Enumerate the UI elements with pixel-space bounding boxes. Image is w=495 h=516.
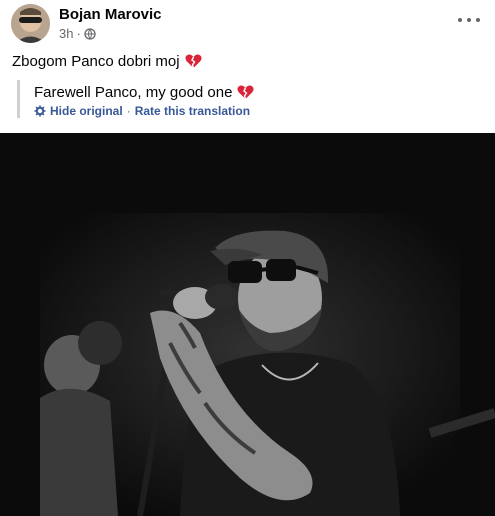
avatar[interactable] <box>11 4 50 43</box>
broken-heart-icon <box>185 54 202 69</box>
hide-original-link[interactable]: Hide original <box>50 104 123 118</box>
rate-translation-link[interactable]: Rate this translation <box>135 104 250 118</box>
post-photo[interactable] <box>0 133 495 516</box>
performer-photo <box>0 133 495 516</box>
post-time[interactable]: 3h <box>59 26 73 41</box>
post-meta: 3h · <box>59 26 96 41</box>
facebook-post: Bojan Marovic 3h · Zbogom Panco dobri mo… <box>0 0 495 516</box>
translated-text-content: Farewell Panco, my good one <box>34 84 233 101</box>
more-options-icon <box>458 18 462 22</box>
more-options-button[interactable] <box>458 12 480 28</box>
gear-icon[interactable] <box>34 105 46 117</box>
post-text-content: Zbogom Panco dobri moj <box>12 53 180 70</box>
translation-links: Hide original · Rate this translation <box>34 104 254 118</box>
globe-icon[interactable] <box>84 27 96 40</box>
translated-text: Farewell Panco, my good one <box>34 84 254 101</box>
avatar-image <box>11 4 50 43</box>
post-text: Zbogom Panco dobri moj <box>12 53 202 70</box>
broken-heart-icon <box>237 85 254 100</box>
more-options-dot <box>467 18 471 22</box>
translation-block: Farewell Panco, my good one Hide origina… <box>17 80 254 118</box>
meta-separator: · <box>76 26 81 41</box>
author-name[interactable]: Bojan Marovic <box>59 6 162 23</box>
links-separator: · <box>126 104 131 118</box>
more-options-dot <box>476 18 480 22</box>
